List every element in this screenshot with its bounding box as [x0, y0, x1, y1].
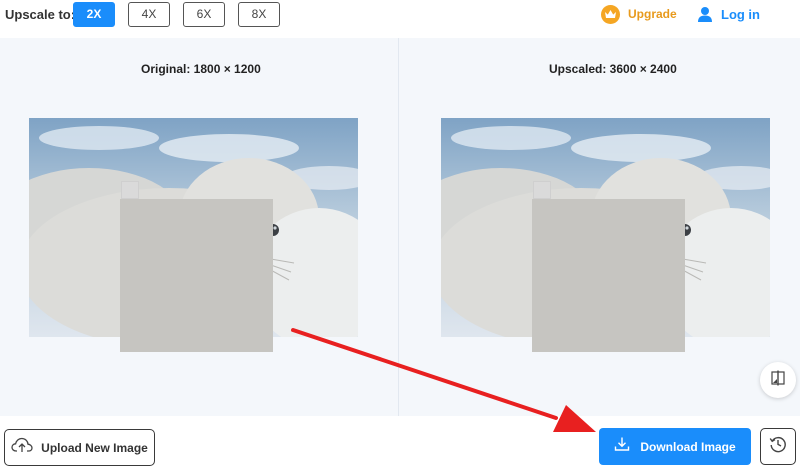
- panel-divider: [398, 38, 399, 416]
- original-zoom-lens[interactable]: [120, 199, 273, 352]
- history-button[interactable]: [760, 428, 796, 465]
- zoom-target-marker: [121, 181, 139, 199]
- user-icon: [697, 6, 713, 23]
- compare-toggle-button[interactable]: [760, 362, 796, 398]
- cloud-upload-icon: [11, 437, 33, 458]
- upscaled-size-label: Upscaled: 3600 × 2400: [549, 62, 677, 76]
- scale-4x-button[interactable]: 4X: [128, 2, 170, 27]
- upscaled-zoom-lens[interactable]: [532, 199, 685, 352]
- top-toolbar: Upscale to: 2X 4X 6X 8X Upgrade Log in: [0, 0, 800, 38]
- original-size-label: Original: 1800 × 1200: [141, 62, 261, 76]
- history-icon: [769, 435, 787, 458]
- preview-area: Original: 1800 × 1200 Upscaled: 3600 × 2…: [0, 38, 800, 416]
- login-link[interactable]: Log in: [697, 4, 760, 24]
- scale-2x-button[interactable]: 2X: [73, 2, 115, 27]
- download-image-button[interactable]: Download Image: [599, 428, 751, 465]
- bottom-toolbar: Upload New Image Download Image: [0, 416, 800, 471]
- download-icon: [614, 436, 630, 457]
- zoom-target-marker: [533, 181, 551, 199]
- upload-new-image-button[interactable]: Upload New Image: [4, 429, 155, 466]
- scale-8x-button[interactable]: 8X: [238, 2, 280, 27]
- scale-6x-button[interactable]: 6X: [183, 2, 225, 27]
- login-label: Log in: [721, 6, 760, 22]
- upload-new-image-label: Upload New Image: [41, 440, 148, 455]
- upgrade-label: Upgrade: [628, 7, 677, 21]
- compare-icon: [771, 370, 785, 391]
- upscale-to-label: Upscale to:: [5, 7, 76, 22]
- crown-icon: [601, 4, 620, 24]
- download-image-label: Download Image: [640, 439, 736, 454]
- upgrade-link[interactable]: Upgrade: [601, 4, 677, 24]
